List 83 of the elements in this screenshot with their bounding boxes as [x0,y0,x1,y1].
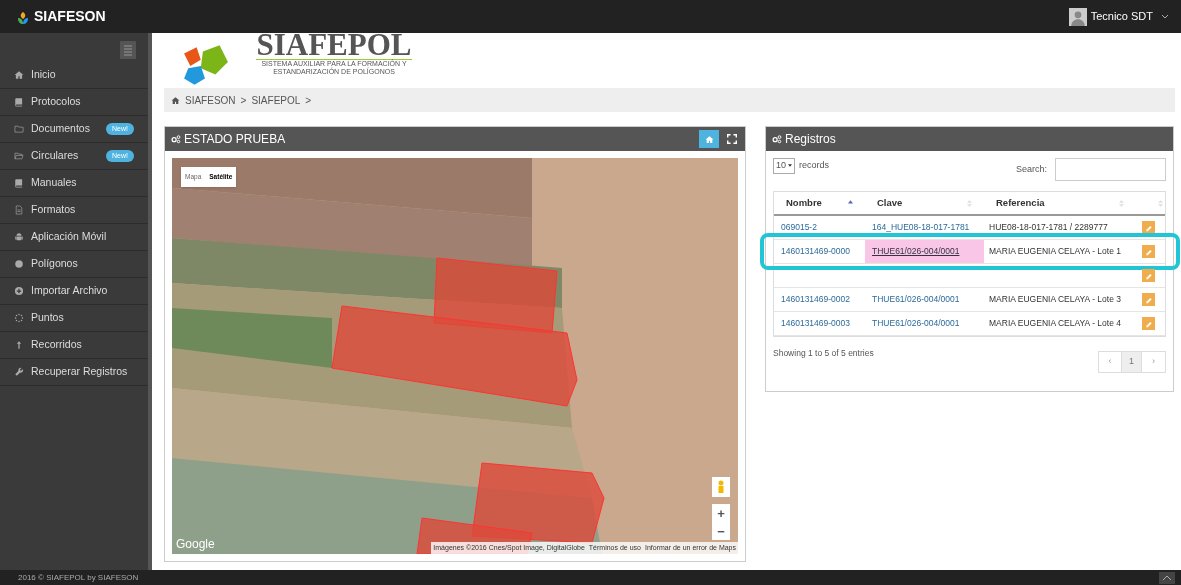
folder-icon [14,124,24,134]
sort-icon [1158,199,1163,207]
page-size-label: records [799,159,830,172]
breadcrumb-separator: > [305,93,312,108]
footer-text: 2016 © SIAFEPOL by SIAFESON [18,571,139,584]
column-title: Nombre [786,195,822,210]
table-cell-text: 1460131469-0002 [780,293,851,306]
sidebar-item[interactable]: Recuperar Registros [0,359,148,386]
column-title: Clave [877,195,903,210]
table-cell-text: 164_HUE08-18-017-1781 [871,221,971,235]
pencil-icon [1144,319,1153,328]
sidebar-item[interactable]: Aplicación Móvil [0,224,148,251]
chevron-down-icon [1161,14,1169,19]
plus-circle-icon [14,286,24,296]
gears-icon [772,134,782,144]
table-cell-text: MARIA EUGENIA CELAYA - Lote 3 [988,293,1122,306]
pencil-icon [1144,295,1153,304]
search-field[interactable] [1055,158,1166,181]
home-icon [171,95,180,105]
pegman-icon [712,477,730,497]
page-button[interactable]: 1 [1122,352,1142,372]
table-cell-text: 1460131469-0000 [780,245,851,258]
edit-button[interactable] [1142,317,1155,330]
home-button[interactable] [699,130,719,148]
sidebar-item[interactable]: Polígonos [0,251,148,278]
panel-title: Registros [785,131,836,148]
column-header[interactable]: Clave [865,195,984,211]
map-provider-logo: Google [176,536,215,553]
scroll-up-icon [1159,571,1175,584]
menu-toggle-icon [120,41,136,59]
pencil-icon [1144,271,1153,280]
sidebar-item[interactable]: Recorridos [0,332,148,359]
brand-name[interactable]: SIAFESON [34,6,106,27]
book-icon [14,178,24,188]
edit-button[interactable] [1142,245,1155,258]
edit-button[interactable] [1142,269,1155,282]
table-cell-text: THUE61/026-004/0001 [871,317,961,331]
dropdown-caret-icon [788,164,792,168]
sidebar-item[interactable]: Protocolos [0,89,148,116]
sidebar-item[interactable]: Importar Archivo [0,278,148,305]
column-title: Referencia [996,195,1045,210]
circle-icon [14,259,24,269]
table-cell-text: MARIA EUGENIA CELAYA - Lote 4 [988,317,1122,330]
table-cell: THUE61/026-004/0001 [865,240,984,263]
pencil-icon [1144,247,1153,256]
logo-pentagons-icon [182,43,230,85]
document-icon [14,205,24,215]
breadcrumb-link[interactable]: SIAFESON [185,92,236,108]
user-name[interactable]: Tecnico SDT [1090,8,1153,25]
table-cell-text: 1460131469-0003 [780,317,851,330]
user-avatar-icon [1068,7,1087,26]
panel-title: ESTADO PRUEBA [184,131,286,148]
page-size-select[interactable]: 10 [773,158,795,174]
gears-icon [171,134,181,144]
sidebar-item[interactable]: Inicio [0,62,148,89]
sidebar-item[interactable]: Manuales [0,170,148,197]
breadcrumb-separator: > [240,93,247,108]
arrow-up-icon [14,340,24,350]
wrench-icon [14,367,24,377]
pencil-icon [1144,223,1153,232]
search-label: Search: [1015,162,1047,176]
breadcrumb-link[interactable]: SIAFEPOL [251,92,301,108]
table-info: Showing 1 to 5 of 5 entries [773,347,874,360]
dotted-circle-icon [14,313,24,323]
table-cell-text: HUE08-18-017-1781 / 2289777 [988,221,1109,234]
book-icon [14,97,24,107]
sidebar-item[interactable]: Formatos [0,197,148,224]
zoom-in-button[interactable]: + [712,504,730,522]
leaf-logo-icon [16,9,30,24]
home-icon [704,134,714,144]
edit-button[interactable] [1142,293,1155,306]
zoom-out-button[interactable]: − [712,522,730,540]
table-cell-text: 069015-2 [780,221,818,234]
table-cell-text: MARIA EUGENIA CELAYA - Lote 1 [988,245,1122,258]
logo-title: SIAFEPOL [256,31,412,60]
open-folder-icon [14,151,24,161]
fullscreen-icon [727,134,737,144]
table-cell-text: THUE61/026-004/0001 [871,293,961,307]
column-header[interactable]: Referencia [984,195,1136,211]
column-header[interactable]: Nombre [774,195,865,211]
sidebar-item[interactable]: Puntos [0,305,148,332]
android-icon [14,232,24,242]
home-icon [14,70,24,80]
